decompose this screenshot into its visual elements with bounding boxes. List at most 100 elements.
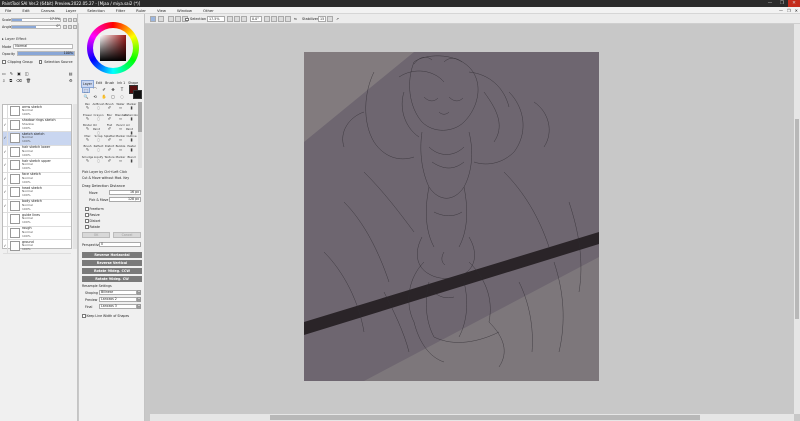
- redo-icon[interactable]: [175, 16, 181, 22]
- layer-item[interactable]: ✓ body sketch Normal 100%: [3, 199, 71, 213]
- brush-cell[interactable]: Reflect ◌: [93, 144, 104, 155]
- layer-item-selected[interactable]: ✓ sketch sketch Normal 100%: [3, 131, 71, 146]
- zoom-in-icon[interactable]: [234, 16, 240, 22]
- brush-cell[interactable]: Blend ▮: [126, 155, 137, 166]
- cut-move-option[interactable]: Cut & Move without Mod. Key: [82, 176, 129, 180]
- new-linework-icon[interactable]: ✎: [10, 71, 13, 76]
- visibility-toggle[interactable]: [3, 226, 8, 240]
- canvas-area[interactable]: [146, 24, 794, 414]
- visibility-toggle[interactable]: ✓: [3, 158, 8, 172]
- doc-restore-button[interactable]: ❐: [785, 8, 793, 13]
- vertical-scrollbar-thumb[interactable]: [795, 119, 799, 319]
- flip-icon[interactable]: [285, 16, 291, 22]
- brush-cell[interactable]: Pen ✎: [82, 102, 93, 113]
- angle-field[interactable]: 0.0°: [250, 16, 262, 22]
- visibility-toggle[interactable]: ✓: [3, 185, 8, 199]
- menu-selection[interactable]: Selection: [82, 8, 111, 13]
- canvas-artwork[interactable]: [304, 52, 599, 381]
- view-mode-2-icon[interactable]: [158, 16, 164, 22]
- selection-source-checkbox[interactable]: [38, 60, 43, 64]
- brush-cell[interactable]: Distort ✐: [104, 144, 115, 155]
- menu-file[interactable]: File: [0, 8, 17, 13]
- menu-ruler[interactable]: Ruler: [131, 8, 152, 13]
- mode-select[interactable]: Normal: [13, 44, 74, 49]
- stabilizer-field[interactable]: 15: [318, 16, 326, 22]
- brush-cell[interactable]: Bubble ≈: [115, 144, 126, 155]
- visibility-toggle[interactable]: ✓: [3, 131, 8, 145]
- stabilizer-dropdown-icon[interactable]: [327, 16, 333, 22]
- shaping-dropdown-icon[interactable]: ▾: [137, 290, 141, 295]
- zoom-tool-icon[interactable]: 🔍: [82, 94, 90, 100]
- angle-minus-icon[interactable]: [63, 25, 67, 29]
- rotate-ccw-button[interactable]: Rotate 90deg. CCW: [82, 268, 142, 274]
- brush-cell[interactable]: Outline ▮: [126, 134, 137, 145]
- brush-cell[interactable]: Blur ✐: [104, 113, 115, 124]
- visibility-toggle[interactable]: ✓: [3, 145, 8, 159]
- maximize-button[interactable]: ❐: [776, 0, 788, 7]
- pick-layer-option[interactable]: Pick Layer by Ctrl+Left Click: [82, 170, 127, 174]
- brush-cell[interactable]: Marker ≈: [115, 155, 126, 166]
- brush-cell[interactable]: Eraser ✎: [82, 113, 93, 124]
- brush-cell[interactable]: Scrap ◌: [93, 134, 104, 145]
- menu-other[interactable]: Other: [198, 8, 220, 13]
- layer-item[interactable]: ✓ hair sketch upper Normal 100%: [3, 158, 71, 173]
- rotate-reset-icon[interactable]: [278, 16, 284, 22]
- layer-item[interactable]: ✓ face sketch Normal 100%: [3, 172, 71, 186]
- new-folder-icon[interactable]: ▣: [17, 71, 21, 76]
- layer-effect-header[interactable]: ▸ Layer Effect: [2, 37, 26, 41]
- brush-cell[interactable]: Brush ✐: [104, 102, 115, 113]
- brush-cell[interactable]: Air Paint ▮: [126, 123, 137, 135]
- scale-reset-icon[interactable]: [73, 18, 77, 22]
- visibility-toggle[interactable]: [3, 104, 8, 118]
- keep-line-width-checkbox[interactable]: [82, 314, 86, 318]
- brush-cell[interactable]: Pastel ▮: [126, 144, 137, 155]
- perspective-field[interactable]: 0: [99, 242, 141, 247]
- pick-move-distance-field[interactable]: 128 px: [109, 197, 141, 202]
- ok-button[interactable]: OK: [82, 232, 110, 238]
- reverse-vertical-button[interactable]: Reverse Vertical: [82, 260, 142, 266]
- new-layer-icon[interactable]: ▭: [2, 71, 6, 76]
- layer-list-scrollbar[interactable]: [73, 104, 77, 249]
- menu-layer[interactable]: Layer: [61, 8, 83, 13]
- clipping-checkbox[interactable]: [2, 60, 6, 64]
- move-tool-icon[interactable]: ✥: [109, 87, 117, 93]
- layer-item[interactable]: guide lines Normal 100%: [3, 212, 71, 227]
- brush-cell[interactable]: Watercolor ▮: [124, 113, 139, 124]
- brush-cell[interactable]: Texture ✐: [104, 155, 115, 166]
- view-mode-icon[interactable]: [150, 16, 156, 22]
- freeform-radio[interactable]: [85, 207, 89, 211]
- scale-minus-icon[interactable]: [63, 18, 67, 22]
- move-distance-field[interactable]: 16 px: [109, 190, 141, 195]
- brush-cell[interactable]: Splatter ✐: [104, 134, 115, 145]
- hand-tool-icon[interactable]: ✋: [100, 94, 108, 100]
- delete-layer-icon[interactable]: 🗑: [26, 78, 31, 83]
- layer-mask-icon[interactable]: ◫: [25, 71, 29, 76]
- horizontal-scrollbar-thumb[interactable]: [270, 415, 700, 420]
- pen-tool-icon[interactable]: ✐: [100, 87, 108, 93]
- visibility-toggle[interactable]: ✓: [3, 199, 8, 213]
- transform-distort-option[interactable]: Distort: [85, 219, 100, 223]
- keep-line-width-option[interactable]: Keep Line Width of Shapes: [82, 314, 129, 318]
- angle-slider[interactable]: [11, 25, 61, 29]
- distort-radio[interactable]: [85, 219, 89, 223]
- angle-reset-icon[interactable]: [73, 25, 77, 29]
- menu-filter[interactable]: Filter: [111, 8, 131, 13]
- shaping-select[interactable]: Bilinear: [99, 290, 137, 295]
- background-color-swatch[interactable]: [133, 90, 142, 99]
- opacity-slider[interactable]: 100%: [17, 51, 76, 56]
- layer-item[interactable]: rough Normal 100%: [3, 226, 71, 240]
- visibility-toggle[interactable]: ✓: [3, 118, 8, 132]
- transform-resize-option[interactable]: Resize: [85, 213, 100, 217]
- zoom-field[interactable]: 17.5%: [207, 16, 225, 22]
- brush-cell[interactable]: Binder ✎: [82, 123, 93, 134]
- vertical-scrollbar[interactable]: [794, 24, 800, 414]
- layer-menu-icon[interactable]: ▤: [69, 71, 73, 76]
- visibility-toggle[interactable]: ✓: [3, 172, 8, 186]
- color-wheel[interactable]: [87, 22, 139, 74]
- text-tool-icon[interactable]: T: [118, 87, 126, 93]
- zoom-out-icon[interactable]: [227, 16, 233, 22]
- angle-plus-icon[interactable]: [68, 25, 72, 29]
- menu-canvas[interactable]: Canvas: [36, 8, 61, 13]
- brush-cell[interactable]: Liquify ◌: [93, 155, 104, 166]
- minimize-button[interactable]: —: [764, 0, 776, 7]
